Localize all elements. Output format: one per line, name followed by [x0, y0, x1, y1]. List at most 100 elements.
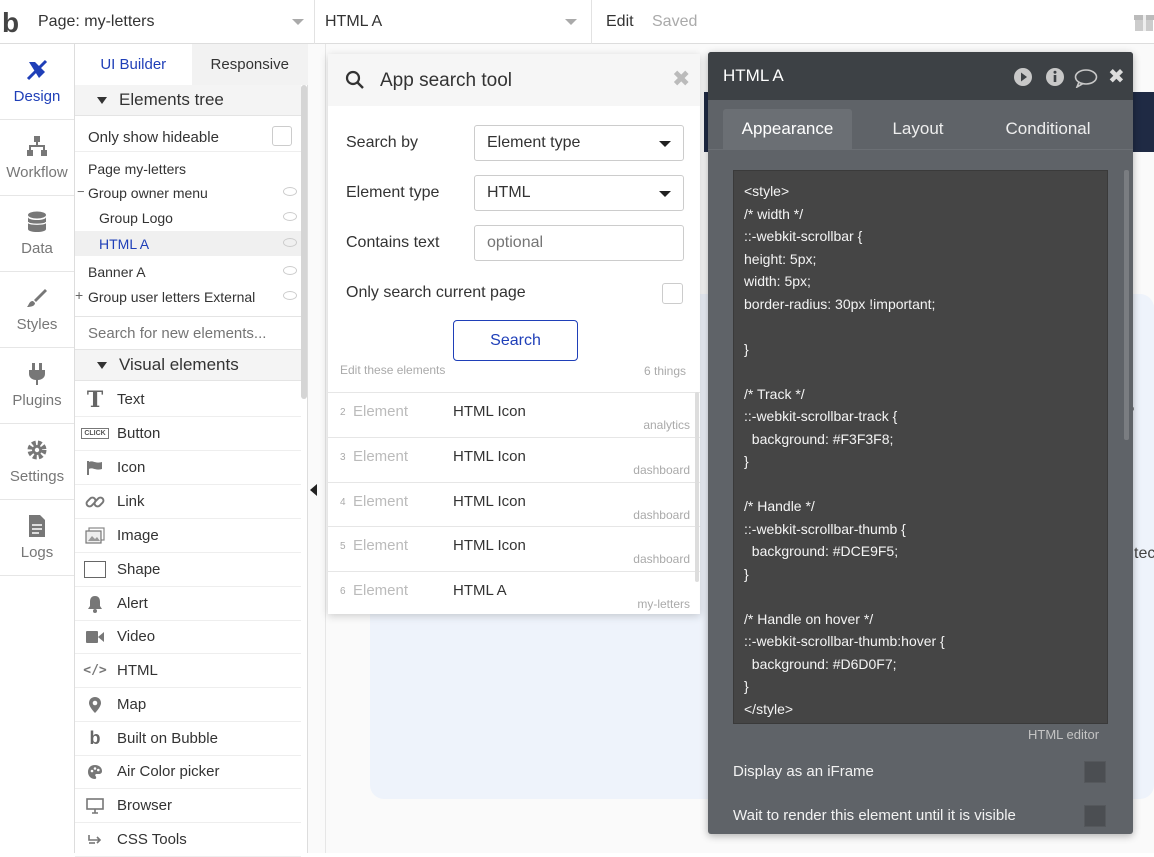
element-html[interactable]: </> HTML — [75, 654, 301, 688]
editor-scrollbar[interactable] — [1124, 170, 1129, 440]
result-page: my-letters — [637, 597, 690, 611]
comment-icon[interactable] — [1074, 68, 1098, 88]
rail-data[interactable]: Data — [0, 196, 74, 272]
only-hideable-checkbox[interactable] — [272, 126, 292, 146]
result-page: dashboard — [633, 552, 690, 566]
expand-plus-icon[interactable]: + — [75, 287, 83, 303]
collapse-panel-arrow-icon[interactable] — [310, 484, 317, 496]
rail-styles[interactable]: Styles — [0, 272, 74, 348]
eye-icon[interactable] — [283, 238, 297, 247]
tab-appearance[interactable]: Appearance — [723, 109, 852, 149]
rail-logs[interactable]: Logs — [0, 500, 74, 576]
chevron-down-icon — [659, 141, 671, 147]
close-icon[interactable]: ✖ — [672, 66, 690, 92]
result-count: 6 things — [644, 364, 687, 378]
only-hideable-row: Only show hideable — [75, 122, 301, 152]
play-icon[interactable] — [1013, 67, 1033, 87]
map-pin-icon — [83, 696, 107, 714]
element-type-select[interactable]: HTML — [474, 175, 684, 211]
html-editor-label: HTML editor — [1028, 727, 1100, 742]
eye-icon[interactable] — [283, 291, 297, 300]
element-map[interactable]: Map — [75, 688, 301, 722]
element-button[interactable]: CLICK Button — [75, 417, 301, 451]
element-alert[interactable]: Alert — [75, 587, 301, 621]
element-css-tools[interactable]: CSS Tools — [75, 823, 301, 857]
contains-text-label: Contains text — [346, 234, 440, 251]
tab-responsive[interactable]: Responsive — [191, 44, 308, 85]
display-iframe-checkbox[interactable] — [1084, 761, 1106, 783]
visual-elements-header[interactable]: Visual elements — [75, 350, 301, 381]
element-text[interactable]: T Text — [75, 383, 301, 417]
result-row[interactable]: 6 Element HTML A my-letters — [328, 571, 700, 616]
result-row[interactable]: 3 Element HTML Icon dashboard — [328, 437, 700, 482]
eye-icon[interactable] — [283, 187, 297, 196]
image-icon — [83, 526, 107, 545]
panel-scrollbar[interactable] — [301, 85, 307, 399]
rail-workflow[interactable]: Workflow — [0, 120, 74, 196]
element-image[interactable]: Image — [75, 519, 301, 553]
panel-tabs: UI Builder Responsive — [75, 44, 308, 85]
eye-icon[interactable] — [283, 212, 297, 221]
element-built-on-bubble[interactable]: b Built on Bubble — [75, 722, 301, 756]
page-selector[interactable]: Page: my-letters — [30, 0, 315, 44]
tree-item-label: HTML A — [99, 235, 150, 252]
element-label: Shape — [117, 561, 161, 578]
html-code-editor[interactable]: <style> /* width */ ::-webkit-scrollbar … — [733, 170, 1108, 724]
chevron-down-icon — [292, 19, 304, 25]
rail-label: Design — [13, 88, 61, 105]
elements-tree-header[interactable]: Elements tree — [75, 85, 301, 116]
tab-ui-builder[interactable]: UI Builder — [75, 44, 192, 85]
tab-conditional[interactable]: Conditional — [988, 109, 1108, 149]
workflow-icon — [23, 132, 51, 160]
element-browser[interactable]: Browser — [75, 789, 301, 823]
rail-plugins[interactable]: Plugins — [0, 348, 74, 424]
element-label: CSS Tools — [117, 831, 187, 848]
gift-icon[interactable] — [1133, 10, 1154, 32]
tree-item-page[interactable]: Page my-letters — [75, 156, 301, 181]
wait-render-label: Wait to render this element until it is … — [733, 807, 1016, 824]
result-kind: Element — [353, 448, 409, 465]
tab-layout[interactable]: Layout — [858, 109, 978, 149]
element-air-color-picker[interactable]: Air Color picker — [75, 755, 301, 789]
page-selector-label: Page: my-letters — [38, 13, 155, 30]
search-button[interactable]: Search — [453, 320, 578, 361]
info-icon[interactable] — [1045, 67, 1065, 87]
result-page: dashboard — [633, 508, 690, 522]
tree-item-group-owner-menu[interactable]: − Group owner menu — [75, 180, 301, 205]
only-current-page-checkbox[interactable] — [662, 283, 683, 304]
collapse-minus-icon[interactable]: − — [77, 184, 85, 199]
result-row[interactable]: 5 Element HTML Icon dashboard — [328, 526, 700, 571]
close-icon[interactable]: ✖ — [1108, 64, 1125, 89]
tree-item-group-logo[interactable]: Group Logo — [75, 205, 301, 230]
result-kind: Element — [353, 537, 409, 554]
tree-item-label: Page my-letters — [88, 160, 187, 177]
eye-icon[interactable] — [283, 266, 297, 275]
saved-status: Saved — [652, 13, 698, 30]
element-shape[interactable]: Shape — [75, 553, 301, 587]
tree-item-html-a[interactable]: HTML A — [75, 231, 301, 256]
element-video[interactable]: Video — [75, 620, 301, 654]
edit-these-elements-link[interactable]: Edit these elements — [340, 363, 445, 377]
element-icon[interactable]: Icon — [75, 451, 301, 485]
tree-item-group-user-letters[interactable]: + Group user letters External — [75, 284, 301, 309]
wait-render-checkbox[interactable] — [1084, 805, 1106, 827]
contains-text-input[interactable] — [474, 225, 684, 261]
element-link[interactable]: Link — [75, 485, 301, 519]
rail-settings[interactable]: Settings — [0, 424, 74, 500]
rail-label: Logs — [20, 544, 54, 561]
result-row[interactable]: 4 Element HTML Icon dashboard — [328, 482, 700, 527]
tree-item-banner-a[interactable]: Banner A — [75, 259, 301, 284]
rail-design[interactable]: Design — [0, 44, 74, 120]
element-search-input[interactable] — [75, 317, 301, 349]
edit-menu[interactable]: Edit — [606, 13, 634, 31]
rail-label: Styles — [16, 316, 58, 333]
search-by-select[interactable]: Element type — [474, 125, 684, 161]
element-selector[interactable]: HTML A — [315, 0, 592, 44]
result-row[interactable]: 2 Element HTML Icon analytics — [328, 392, 700, 437]
design-icon — [23, 56, 51, 84]
result-page: dashboard — [633, 463, 690, 477]
bubble-logo[interactable]: b — [2, 7, 19, 39]
only-hideable-label: Only show hideable — [88, 129, 219, 146]
results-scrollbar[interactable] — [695, 392, 699, 582]
element-label: Alert — [117, 595, 148, 612]
